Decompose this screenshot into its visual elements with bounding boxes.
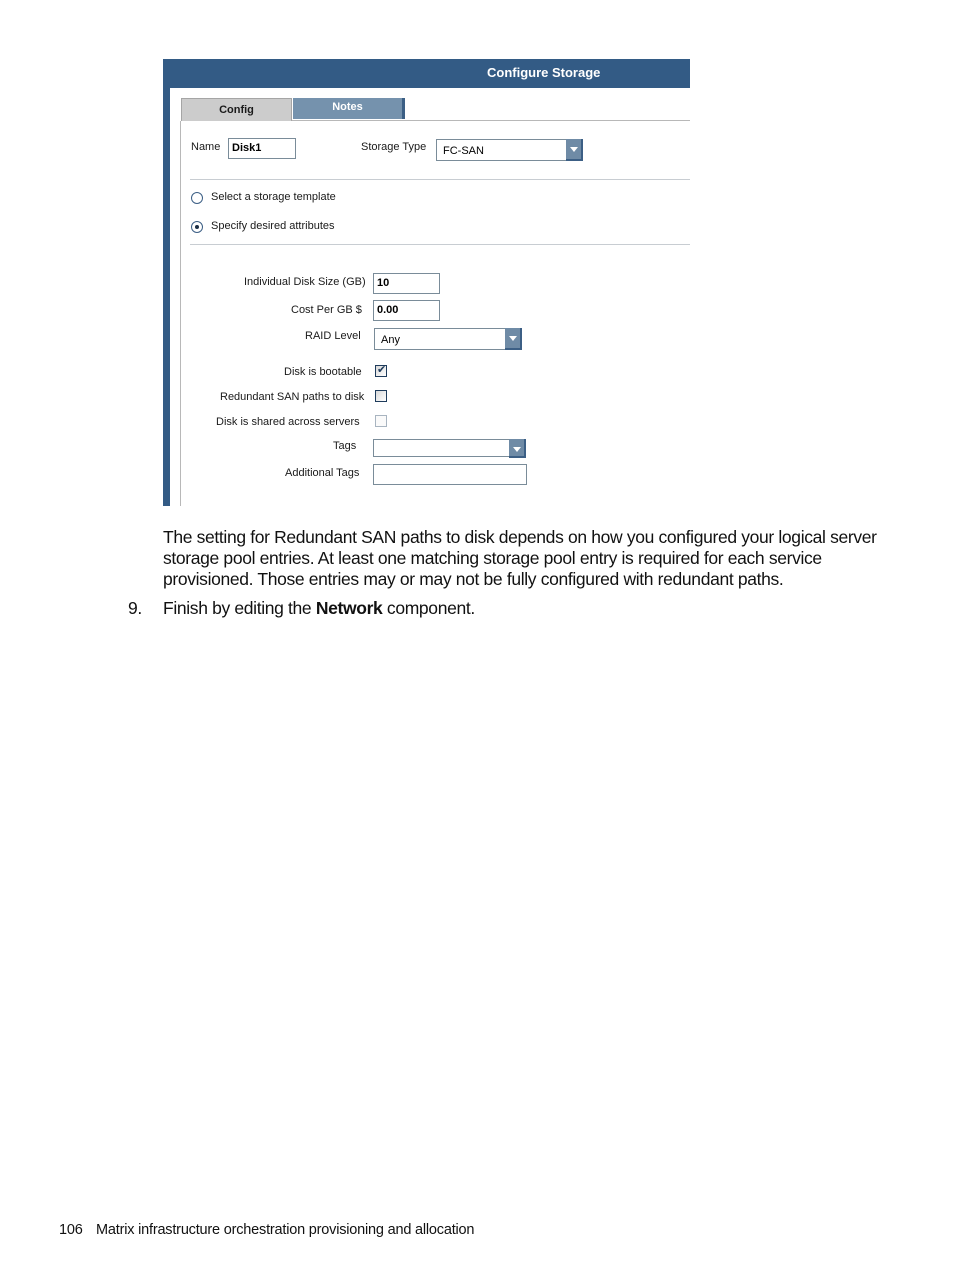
tab-divider	[292, 120, 690, 121]
page-number: 106	[59, 1222, 83, 1238]
cost-per-gb-input[interactable]: 0.00	[373, 300, 440, 321]
chevron-down-icon[interactable]	[509, 439, 526, 458]
disk-size-label: Individual Disk Size (GB)	[244, 276, 366, 288]
step-text-prefix: Finish by editing the	[163, 598, 316, 618]
tab-config[interactable]: Config	[181, 98, 292, 121]
footer-title: Matrix infrastructure orchestration prov…	[96, 1222, 475, 1238]
configure-storage-dialog: Configure Storage Config Notes Name Disk…	[163, 59, 690, 506]
raid-level-select[interactable]: Any	[374, 328, 522, 350]
step-text-bold: Network	[315, 598, 383, 618]
storage-type-select[interactable]: FC-SAN	[436, 139, 583, 161]
redundant-san-checkbox[interactable]	[375, 390, 387, 402]
cost-per-gb-label: Cost Per GB $	[291, 304, 362, 316]
step-number: 9.	[128, 598, 142, 618]
divider	[190, 179, 690, 180]
tags-label: Tags	[333, 440, 357, 452]
chevron-down-icon[interactable]	[505, 328, 522, 350]
dialog-title: Configure Storage	[487, 65, 601, 80]
radio-storage-template[interactable]	[191, 192, 203, 204]
disk-size-input[interactable]: 10	[373, 273, 440, 294]
radio-specify-attributes-label: Specify desired attributes	[211, 220, 335, 232]
body-paragraph: The setting for Redundant SAN paths to d…	[163, 527, 877, 589]
shared-disk-label: Disk is shared across servers	[216, 416, 360, 428]
page-footer: 106 Matrix infrastructure orchestration p…	[59, 1222, 474, 1238]
tab-notes[interactable]: Notes	[293, 98, 405, 119]
divider	[190, 244, 690, 245]
step-9: 9. Finish by editing the Network componen…	[128, 598, 475, 619]
tags-select[interactable]	[373, 439, 526, 458]
storage-type-label: Storage Type	[361, 141, 427, 153]
name-label: Name	[191, 141, 221, 153]
content-left-border	[180, 121, 181, 506]
step-text-suffix: component.	[382, 598, 475, 618]
raid-level-value: Any	[381, 334, 400, 346]
bootable-checkbox[interactable]	[375, 363, 387, 377]
redundant-san-label: Redundant SAN paths to disk	[220, 391, 365, 403]
raid-level-label: RAID Level	[305, 330, 361, 342]
name-input[interactable]: Disk1	[228, 138, 296, 159]
dialog-header: Configure Storage	[163, 59, 690, 88]
shared-disk-checkbox[interactable]	[375, 415, 387, 427]
radio-specify-attributes[interactable]	[191, 221, 203, 233]
storage-type-value: FC-SAN	[443, 145, 484, 157]
radio-storage-template-label: Select a storage template	[211, 191, 336, 203]
dialog-left-border	[163, 88, 170, 506]
additional-tags-label: Additional Tags	[285, 467, 360, 479]
bootable-label: Disk is bootable	[284, 366, 362, 378]
additional-tags-input[interactable]	[373, 464, 527, 485]
chevron-down-icon[interactable]	[566, 139, 583, 161]
